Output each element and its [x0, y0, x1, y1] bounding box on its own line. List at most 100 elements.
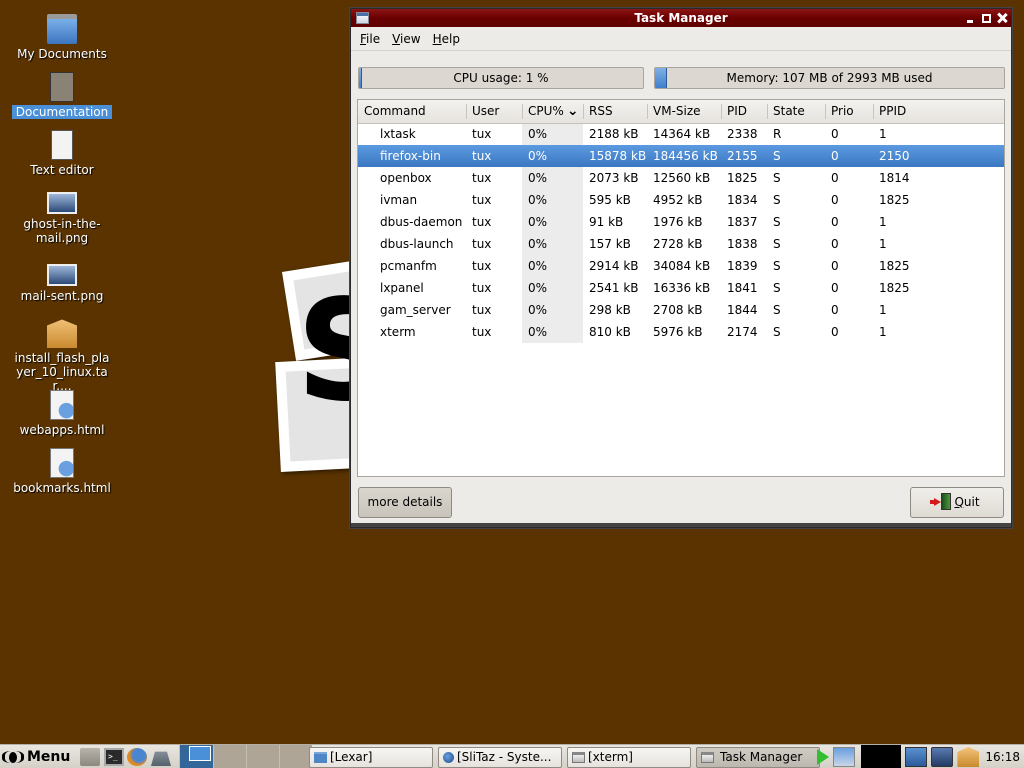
cell-state: S: [773, 281, 781, 295]
taskbar-task-label: Task Manager: [720, 750, 803, 764]
desktop-icon[interactable]: webapps.html: [2, 390, 122, 437]
column-header[interactable]: User: [466, 100, 522, 124]
package-manager-icon[interactable]: [957, 747, 980, 767]
home-folder-icon: [47, 14, 77, 44]
cell-vmsize: 4952 kB: [653, 193, 703, 207]
column-header-label: Command: [364, 104, 426, 119]
cell-ppid: 2150: [873, 145, 1004, 167]
taskbar-task-label: [SliTaz - Syste...: [457, 750, 552, 764]
window-app-icon[interactable]: [356, 12, 369, 24]
memory-usage-bar: Memory: 107 MB of 2993 MB used: [654, 67, 1005, 89]
table-row[interactable]: openbox tux 0% 2073 kB 12560 kB 1825 S 0 1814: [358, 167, 1004, 189]
table-row[interactable]: ivman tux 0% 595 kB 4952 kB 1834 S 0 1825: [358, 189, 1004, 211]
terminal-icon[interactable]: [104, 748, 124, 766]
window-resize-border[interactable]: [351, 523, 1011, 527]
cell-state: S: [773, 171, 781, 185]
network-icon[interactable]: [833, 747, 856, 767]
file-manager-icon[interactable]: [80, 748, 100, 766]
desktop-icon[interactable]: bookmarks.html: [2, 448, 122, 495]
desktop-icon[interactable]: ghost-in-the-mail.png: [2, 188, 122, 245]
drive-icon[interactable]: [151, 751, 171, 766]
cell-rss: 810 kB: [589, 325, 631, 339]
desktop-icon[interactable]: Documentation: [2, 72, 122, 119]
firefox-icon[interactable]: [127, 748, 147, 766]
taskbar-task-button[interactable]: [xterm]: [567, 747, 691, 768]
minimize-button[interactable]: [966, 13, 976, 23]
maximize-button[interactable]: [982, 13, 991, 23]
table-row[interactable]: gam_server tux 0% 298 kB 2708 kB 1844 S 0 1: [358, 299, 1004, 321]
desktop-pager-item[interactable]: [179, 745, 213, 768]
desktop-icon[interactable]: My Documents: [2, 14, 122, 61]
cell-cpu: 0%: [522, 189, 583, 211]
task-manager-window: Task Manager File View Help CPU usage: 1…: [350, 8, 1012, 528]
title-bar[interactable]: Task Manager: [351, 9, 1011, 27]
column-header[interactable]: Command: [358, 100, 466, 124]
taskbar-task-button[interactable]: [Lexar]: [309, 747, 433, 768]
globe-icon: [443, 752, 454, 763]
wallpaper-logo: S: [275, 259, 397, 473]
cell-command: gam_server: [380, 303, 451, 317]
menu-view-accel: V: [392, 31, 401, 46]
clock[interactable]: 16:18: [985, 750, 1020, 764]
start-menu-button[interactable]: Menu: [2, 747, 70, 767]
cell-command: xterm: [380, 325, 416, 339]
cell-state: S: [773, 325, 781, 339]
cell-user: tux: [472, 215, 492, 229]
cell-prio: 0: [831, 215, 839, 229]
cell-command: dbus-daemon: [380, 215, 463, 229]
play-icon[interactable]: [817, 749, 830, 765]
cell-command: openbox: [380, 171, 432, 185]
table-row[interactable]: lxtask tux 0% 2188 kB 14364 kB 2338 R 0 1: [358, 123, 1004, 145]
table-row[interactable]: lxpanel tux 0% 2541 kB 16336 kB 1841 S 0 1825: [358, 277, 1004, 299]
desktop-icon[interactable]: mail-sent.png: [2, 260, 122, 303]
taskbar-task-button[interactable]: Task Manager: [696, 747, 820, 768]
cell-cpu: 0%: [522, 233, 583, 255]
column-header-label: User: [472, 104, 500, 119]
desktop-icon[interactable]: Text editor: [2, 130, 122, 177]
cell-prio: 0: [831, 171, 839, 185]
table-row[interactable]: xterm tux 0% 810 kB 5976 kB 2174 S 0 1: [358, 321, 1004, 343]
column-header[interactable]: PPID: [873, 100, 1004, 124]
column-header[interactable]: RSS: [583, 100, 647, 124]
column-header[interactable]: PID: [721, 100, 767, 124]
cell-pid: 1825: [727, 171, 758, 185]
desktop-icon-label: ghost-in-the-mail.png: [23, 217, 101, 245]
desktop-pager-item[interactable]: [246, 745, 279, 768]
system-info-icon[interactable]: [931, 747, 954, 767]
cell-prio: 0: [831, 281, 839, 295]
cell-cpu: 0%: [522, 211, 583, 233]
menu-help[interactable]: Help: [427, 32, 466, 46]
quit-label: uit: [963, 495, 980, 509]
desktop-pager-item[interactable]: [279, 745, 312, 768]
desktop-icon[interactable]: install_flash_player_10_linux.tar....: [2, 318, 122, 393]
table-row[interactable]: firefox-bin tux 0% 15878 kB 184456 kB 2155 S 0 2…: [358, 145, 1004, 167]
desktop-pager-item[interactable]: [213, 745, 246, 768]
taskbar-task-label: [Lexar]: [330, 750, 373, 764]
quit-button[interactable]: Quit: [910, 487, 1004, 518]
column-header-label: PID: [727, 104, 748, 119]
column-header[interactable]: VM-Size: [647, 100, 721, 124]
cell-vmsize: 14364 kB: [653, 127, 711, 142]
cell-command: lxtask: [380, 127, 416, 142]
column-header[interactable]: Prio: [825, 100, 873, 124]
system-monitor-icon[interactable]: [905, 747, 928, 767]
cpu-usage-fill: [359, 68, 362, 88]
cell-state: S: [773, 237, 781, 251]
close-button[interactable]: [997, 13, 1007, 23]
process-list[interactable]: Command User CPU% ⌄ RSS VM-Size PID State Prio PP…: [357, 99, 1005, 477]
menu-view[interactable]: View: [386, 32, 426, 46]
column-header[interactable]: State: [767, 100, 825, 124]
more-details-button[interactable]: more details: [358, 487, 452, 518]
column-header-label: CPU%: [528, 104, 564, 119]
column-header-label: PPID: [879, 104, 907, 119]
cpu-monitor-graph[interactable]: [861, 745, 902, 768]
table-row[interactable]: dbus-launch tux 0% 157 kB 2728 kB 1838 S 0 1: [358, 233, 1004, 255]
column-header[interactable]: CPU% ⌄: [522, 100, 583, 124]
cell-rss: 157 kB: [589, 237, 631, 251]
cell-rss: 2188 kB: [589, 127, 639, 142]
table-row[interactable]: dbus-daemon tux 0% 91 kB 1976 kB 1837 S 0 1: [358, 211, 1004, 233]
table-header-row: Command User CPU% ⌄ RSS VM-Size PID State Prio PP…: [358, 100, 1004, 124]
menu-file[interactable]: File: [354, 32, 386, 46]
table-row[interactable]: pcmanfm tux 0% 2914 kB 34084 kB 1839 S 0 1825: [358, 255, 1004, 277]
taskbar-task-button[interactable]: [SliTaz - Syste...: [438, 747, 562, 768]
